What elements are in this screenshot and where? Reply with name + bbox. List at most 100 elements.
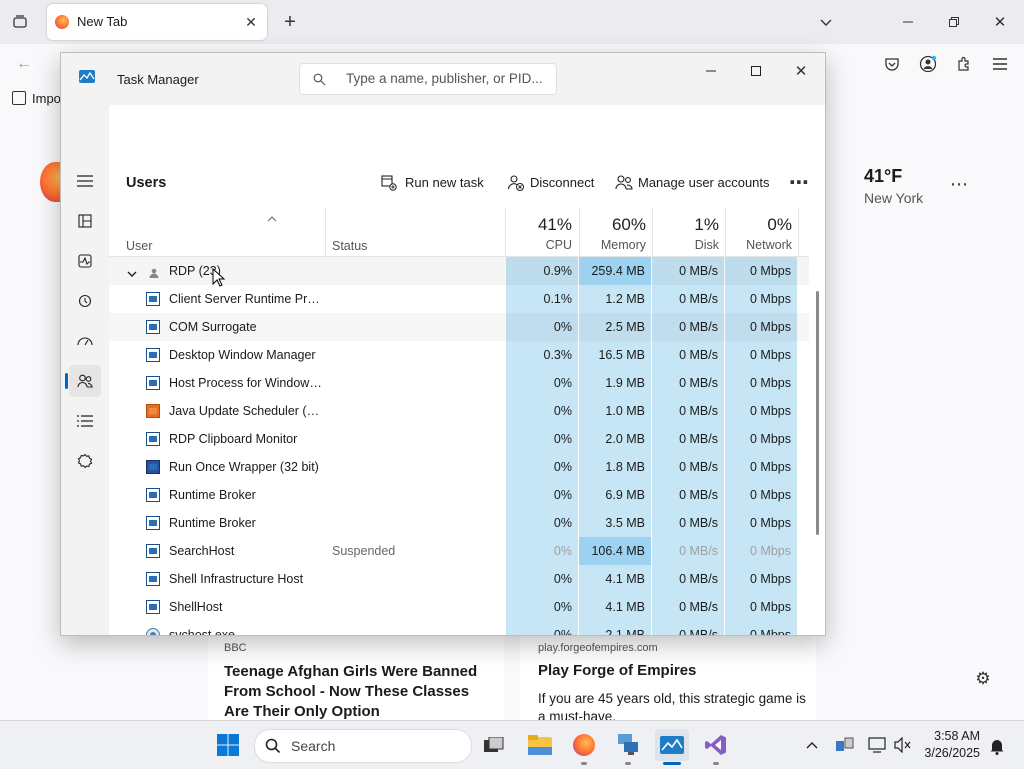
active-app-indicator [663, 762, 681, 765]
remote-desktop-icon[interactable] [611, 729, 645, 761]
disk-total-percent: 1% [694, 215, 719, 234]
browser-tab-new-tab[interactable]: New Tab ✕ [47, 4, 267, 40]
search-box[interactable]: Type a name, publisher, or PID... [299, 63, 557, 95]
status-column-header[interactable]: Status [332, 239, 367, 253]
firefox-icon[interactable] [567, 729, 601, 761]
run-new-task-label: Run new task [405, 175, 484, 190]
pocket-icon[interactable] [880, 52, 904, 76]
new-tab-icon[interactable]: + [278, 10, 302, 34]
start-button[interactable] [211, 729, 245, 761]
network-cell: 0 Mbps [750, 404, 791, 418]
network-status-icon[interactable] [868, 737, 888, 753]
import-bookmarks-label[interactable]: Impo [32, 91, 61, 106]
network-cell: 0 Mbps [750, 432, 791, 446]
cpu-column-header[interactable]: 41% CPU [506, 208, 578, 256]
disk-column-header[interactable]: 1% Disk [652, 208, 725, 256]
network-total-percent: 0% [767, 215, 792, 234]
news-headline[interactable]: Play Forge of Empires [538, 662, 808, 679]
status-cell [332, 453, 492, 481]
vertical-scrollbar[interactable] [816, 291, 819, 535]
memory-cell: 1.9 MB [605, 376, 645, 390]
active-nav-indicator [65, 373, 68, 389]
table-row[interactable]: Desktop Window Manager 0.3% 16.5 MB 0 MB/s 0… [109, 341, 809, 369]
cpu-cell: 0% [553, 572, 572, 586]
table-row[interactable]: Java Update Scheduler (32 ... 0% 1.0 MB 0 M… [109, 397, 809, 425]
network-cell: 0 Mbps [750, 292, 791, 306]
import-icon[interactable] [12, 91, 26, 105]
memory-cell: 4.1 MB [605, 572, 645, 586]
chevron-up-icon[interactable] [802, 735, 822, 755]
network-column-header[interactable]: 0% Network [725, 208, 799, 256]
table-row[interactable]: Runtime Broker 0% 6.9 MB 0 MB/s 0 Mbps [109, 481, 809, 509]
table-row[interactable]: SearchHost Suspended 0% 106.4 MB 0 MB/s 0 Mbp… [109, 537, 809, 565]
task-manager-icon [79, 70, 95, 83]
app-history-icon[interactable] [69, 285, 101, 317]
memory-cell: 2.0 MB [605, 432, 645, 446]
processes-icon[interactable] [69, 205, 101, 237]
process-name: COM Surrogate [169, 320, 257, 334]
table-row[interactable]: COM Surrogate 0% 2.5 MB 0 MB/s 0 Mbps [109, 313, 809, 341]
table-row[interactable]: Runtime Broker 0% 3.5 MB 0 MB/s 0 Mbps [109, 509, 809, 537]
weather-city[interactable]: New York [864, 190, 923, 206]
more-options-icon[interactable]: ⋯ [785, 169, 813, 195]
disk-cell: 0 MB/s [679, 516, 718, 530]
news-card-bbc[interactable]: BBC Teenage Afghan Girls Were Banned Fro… [208, 634, 504, 720]
task-view-icon[interactable] [477, 729, 511, 761]
table-row[interactable]: Shell Infrastructure Host 0% 4.1 MB 0 MB/s 0… [109, 565, 809, 593]
manage-accounts-icon [615, 174, 633, 195]
details-icon[interactable] [69, 405, 101, 437]
table-row[interactable]: RDP Clipboard Monitor 0% 2.0 MB 0 MB/s 0 Mbp… [109, 425, 809, 453]
table-row[interactable]: Host Process for Windows ... 0% 1.9 MB 0 MB… [109, 369, 809, 397]
running-indicator [625, 762, 631, 765]
clock-time[interactable]: 3:58 AM [904, 729, 980, 743]
startup-apps-icon[interactable] [69, 325, 101, 357]
weather-temp[interactable]: 41°F [864, 166, 902, 187]
restore-icon[interactable] [942, 10, 966, 34]
notification-bell-icon[interactable] [988, 737, 1006, 755]
visual-studio-icon[interactable] [699, 729, 733, 761]
close-tab-icon[interactable]: ✕ [241, 12, 261, 32]
users-icon[interactable] [69, 365, 101, 397]
memory-column-header[interactable]: 60% Memory [579, 208, 652, 256]
personalize-gear-icon[interactable]: ⚙ [972, 668, 994, 690]
table-row[interactable]: Run Once Wrapper (32 bit) 0% 1.8 MB 0 MB/s 0… [109, 453, 809, 481]
clock-date[interactable]: 3/26/2025 [904, 746, 980, 760]
disk-cell: 0 MB/s [679, 292, 718, 306]
taskbar-search-box[interactable]: Search [254, 729, 472, 763]
table-row[interactable]: svchost.exe 0% 2.1 MB 0 MB/s 0 Mbps [109, 621, 809, 635]
network-cell: 0 Mbps [750, 376, 791, 390]
tab-list-icon[interactable] [8, 10, 32, 34]
minimize-icon[interactable] [697, 57, 725, 85]
chevron-down-icon[interactable] [814, 10, 838, 34]
hamburger-menu-icon[interactable] [69, 165, 101, 197]
file-explorer-icon[interactable] [523, 729, 557, 761]
cpu-cell: 0% [553, 628, 572, 635]
chevron-down-icon[interactable] [127, 266, 137, 281]
news-headline[interactable]: Teenage Afghan Girls Were Banned From Sc… [224, 662, 492, 722]
process-name: ShellHost [169, 600, 223, 614]
user-column-header[interactable]: User [126, 239, 152, 253]
table-row[interactable]: ShellHost 0% 4.1 MB 0 MB/s 0 Mbps [109, 593, 809, 621]
performance-icon[interactable] [69, 245, 101, 277]
task-manager-taskbar-icon[interactable] [655, 729, 689, 761]
browser-tab-bar: New Tab ✕ + ✕ [0, 0, 1024, 44]
news-card-forge[interactable]: play.forgeofempires.com Play Forge of Em… [520, 634, 816, 724]
tray-app-icon[interactable] [836, 737, 854, 753]
maximize-icon[interactable] [742, 57, 770, 85]
weather-more-icon[interactable]: ⋯ [946, 174, 972, 194]
services-icon[interactable] [69, 445, 101, 477]
back-icon[interactable]: ← [12, 52, 36, 76]
menu-icon[interactable] [988, 52, 1012, 76]
network-cell: 0 Mbps [750, 600, 791, 614]
minimize-icon[interactable] [896, 10, 920, 34]
close-window-icon[interactable]: ✕ [988, 10, 1012, 34]
account-icon[interactable] [916, 52, 940, 76]
tab-title: New Tab [77, 14, 128, 29]
extensions-icon[interactable] [952, 52, 976, 76]
process-icon [146, 292, 160, 306]
user-avatar-icon [149, 266, 159, 281]
process-name: Run Once Wrapper (32 bit) [169, 460, 319, 474]
process-name: Host Process for Windows ... [169, 376, 323, 390]
network-cell: 0 Mbps [750, 544, 791, 558]
close-icon[interactable]: ✕ [787, 57, 815, 85]
